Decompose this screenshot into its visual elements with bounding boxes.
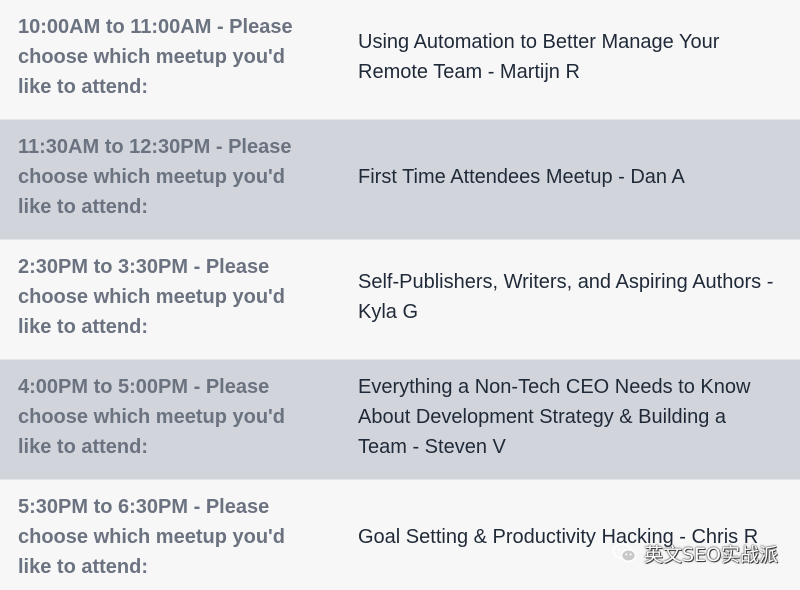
time-slot-label: 10:00AM to 11:00AM - Please choose which… — [18, 16, 293, 98]
time-slot-label: 4:00PM to 5:00PM - Please choose which m… — [18, 376, 286, 458]
schedule-row: 2:30PM to 3:30PM - Please choose which m… — [0, 240, 800, 360]
time-slot-label: 11:30AM to 12:30PM - Please choose which… — [18, 136, 292, 218]
time-slot-label: 5:30PM to 6:30PM - Please choose which m… — [18, 496, 286, 578]
schedule-row: 5:30PM to 6:30PM - Please choose which m… — [0, 480, 800, 590]
watermark: 英文SEO实战派 — [612, 538, 778, 568]
schedule-row: 4:00PM to 5:00PM - Please choose which m… — [0, 360, 800, 480]
meetup-option[interactable]: Self-Publishers, Writers, and Aspiring A… — [358, 267, 778, 327]
schedule-row: 11:30AM to 12:30PM - Please choose which… — [0, 120, 800, 240]
schedule-row: 10:00AM to 11:00AM - Please choose which… — [0, 0, 800, 120]
meetup-option[interactable]: Everything a Non-Tech CEO Needs to Know … — [358, 372, 778, 462]
watermark-text: 英文SEO实战派 — [643, 543, 778, 566]
time-slot-label: 2:30PM to 3:30PM - Please choose which m… — [18, 256, 286, 338]
meetup-option[interactable]: First Time Attendees Meetup - Dan A — [358, 162, 778, 192]
wechat-icon — [612, 543, 637, 563]
meetup-schedule: 10:00AM to 11:00AM - Please choose which… — [0, 0, 800, 590]
meetup-option[interactable]: Using Automation to Better Manage Your R… — [358, 27, 778, 87]
